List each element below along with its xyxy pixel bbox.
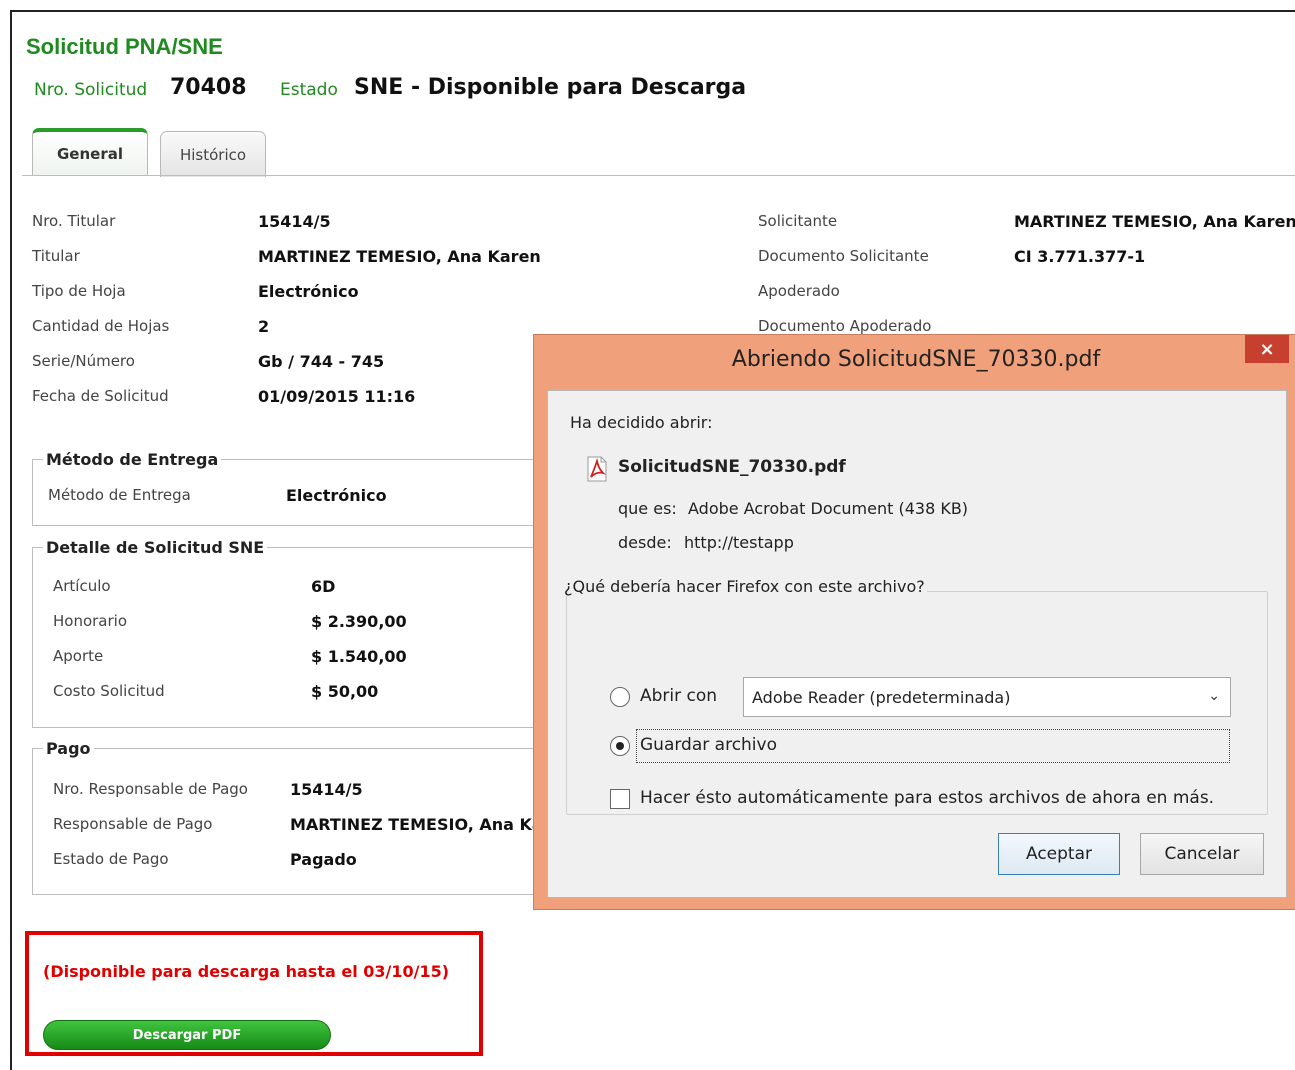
- pago-legend: Pago: [46, 739, 91, 758]
- main-panel: Solicitud PNA/SNE Nro. Solicitud 70408 E…: [10, 10, 1295, 1070]
- type-value: Adobe Acrobat Document (438 KB): [688, 499, 969, 518]
- nro-solicitud-label: Nro. Solicitud: [34, 80, 148, 100]
- field-label: Nro. Titular: [32, 212, 116, 230]
- dialog-filename: SolicitudSNE_70330.pdf: [618, 457, 846, 477]
- from-value: http://testapp: [684, 533, 794, 552]
- field-label: Titular: [32, 247, 80, 265]
- detalle-label: Aporte: [53, 647, 104, 665]
- chevron-down-icon: ⌄: [1208, 688, 1220, 704]
- estado-value: SNE - Disponible para Descarga: [354, 75, 747, 100]
- field-label: Apoderado: [758, 282, 840, 300]
- pago-value: Pagado: [290, 850, 357, 869]
- from-label: desde:: [618, 533, 672, 552]
- availability-notice: (Disponible para descarga hasta el 03/10…: [43, 962, 450, 981]
- detalle-value: 6D: [311, 577, 336, 596]
- page-title: Solicitud PNA/SNE: [26, 34, 223, 59]
- field-label: Documento Solicitante: [758, 247, 929, 265]
- save-file-label[interactable]: Guardar archivo: [640, 735, 777, 755]
- estado-label: Estado: [280, 80, 338, 100]
- field-value: 01/09/2015 11:16: [258, 387, 416, 406]
- accept-button[interactable]: Aceptar: [998, 833, 1120, 875]
- pago-value: MARTINEZ TEMESIO, Ana Karen: [290, 815, 573, 834]
- dialog-intro: Ha decidido abrir:: [570, 413, 713, 432]
- field-value: CI 3.771.377-1: [1014, 247, 1146, 266]
- field-value: 2: [258, 317, 270, 336]
- field-label: Cantidad de Hojas: [32, 317, 170, 335]
- tab-general[interactable]: General: [32, 128, 148, 176]
- entrega-value: Electrónico: [286, 486, 387, 505]
- detalle-value: $ 50,00: [311, 682, 379, 701]
- detalle-value: $ 2.390,00: [311, 612, 407, 631]
- field-value: Electrónico: [258, 282, 359, 301]
- open-file-dialog: Abriendo SolicitudSNE_70330.pdf × Ha dec…: [533, 334, 1295, 910]
- dialog-title: Abriendo SolicitudSNE_70330.pdf: [731, 347, 1101, 372]
- auto-action-label[interactable]: Hacer ésto automáticamente para estos ar…: [640, 788, 1214, 808]
- pago-label: Estado de Pago: [53, 850, 169, 868]
- tab-historico[interactable]: Histórico: [160, 131, 266, 177]
- entrega-label: Método de Entrega: [48, 486, 191, 504]
- pago-label: Nro. Responsable de Pago: [53, 780, 248, 798]
- detalle-label: Artículo: [53, 577, 111, 595]
- open-with-label[interactable]: Abrir con: [640, 686, 717, 706]
- detalle-legend: Detalle de Solicitud SNE: [46, 538, 265, 557]
- cancel-button[interactable]: Cancelar: [1140, 833, 1264, 875]
- type-label: que es:: [618, 499, 677, 518]
- field-label: Tipo de Hoja: [32, 282, 126, 300]
- field-label: Fecha de Solicitud: [32, 387, 169, 405]
- save-file-radio[interactable]: [610, 736, 630, 756]
- open-with-radio[interactable]: [610, 687, 630, 707]
- pdf-file-icon: [587, 456, 607, 482]
- field-label: Solicitante: [758, 212, 838, 230]
- detalle-label: Costo Solicitud: [53, 682, 165, 700]
- action-group-legend: ¿Qué debería hacer Firefox con este arch…: [562, 577, 927, 596]
- dialog-body: Ha decidido abrir: SolicitudSNE_70330.pd…: [547, 390, 1287, 898]
- detalle-label: Honorario: [53, 612, 128, 630]
- tab-divider: [22, 175, 1295, 176]
- field-value: Gb / 744 - 745: [258, 352, 385, 371]
- close-icon[interactable]: ×: [1245, 335, 1289, 363]
- field-label: Documento Apoderado: [758, 317, 932, 335]
- open-with-app-value: Adobe Reader (predeterminada): [752, 687, 1011, 707]
- download-highlight-box: (Disponible para descarga hasta el 03/10…: [25, 931, 483, 1056]
- entrega-legend: Método de Entrega: [46, 450, 219, 469]
- auto-action-checkbox[interactable]: [610, 789, 630, 809]
- field-value: 15414/5: [258, 212, 331, 231]
- field-label: Serie/Número: [32, 352, 135, 370]
- download-pdf-button[interactable]: Descargar PDF: [43, 1020, 331, 1050]
- nro-solicitud-value: 70408: [170, 75, 247, 100]
- pago-value: 15414/5: [290, 780, 363, 799]
- field-value: MARTINEZ TEMESIO, Ana Karen: [258, 247, 541, 266]
- detalle-value: $ 1.540,00: [311, 647, 407, 666]
- open-with-app-select[interactable]: Adobe Reader (predeterminada) ⌄: [743, 677, 1231, 717]
- pago-label: Responsable de Pago: [53, 815, 213, 833]
- field-value: MARTINEZ TEMESIO, Ana Karen: [1014, 212, 1295, 231]
